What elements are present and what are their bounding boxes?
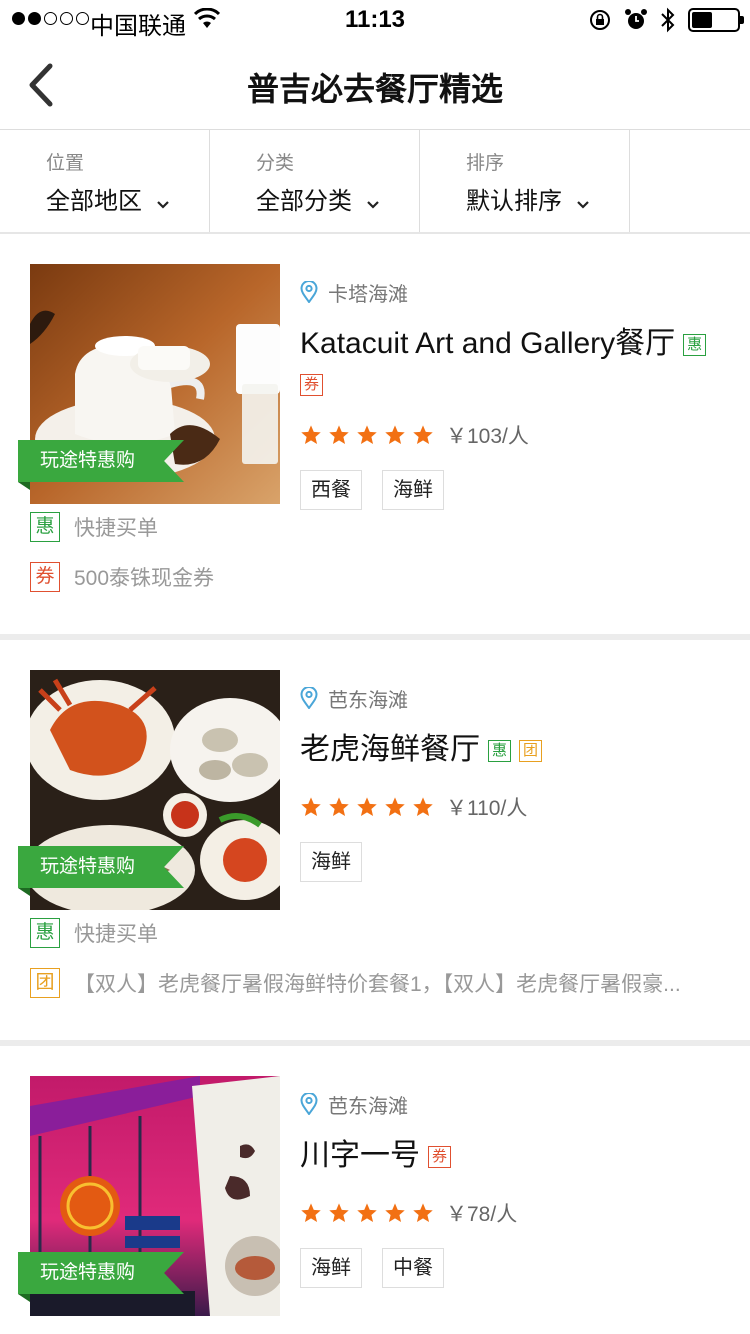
star-icon <box>357 425 377 444</box>
voucher-tag: 券 <box>300 374 324 397</box>
location: 芭东海滩 <box>300 1084 740 1124</box>
promo-ribbon: 玩途特惠购 <box>18 440 184 482</box>
price-per-person: ￥103/人 <box>446 425 529 448</box>
category-tag: 海鲜 <box>300 842 362 882</box>
voucher-badge: 券 <box>30 562 60 592</box>
filter-label: 位置 <box>46 153 85 174</box>
location-name: 卡塔海滩 <box>328 283 408 306</box>
promo-ribbon: 玩途特惠购 <box>18 1252 184 1294</box>
chevron-down-icon <box>157 200 170 209</box>
chevron-down-icon <box>367 200 380 209</box>
benefit-text: 快捷买单 <box>74 923 158 946</box>
restaurant-info: 卡塔海滩 Katacuit Art and Gallery餐厅惠券 ￥103/人… <box>300 244 740 510</box>
star-icon <box>385 1203 405 1222</box>
rating: ￥110/人 <box>300 792 740 822</box>
restaurant-name: 川字一号券 <box>300 1136 740 1176</box>
restaurant-title: Katacuit Art and Gallery餐厅 <box>300 327 676 360</box>
promo-ribbon-fold <box>18 482 30 490</box>
star-icon <box>413 425 433 444</box>
benefit-item[interactable]: 惠 快捷买单 <box>30 502 720 552</box>
promo-ribbon-fold <box>18 1294 30 1302</box>
location-pin-icon <box>300 1093 318 1115</box>
location-name: 芭东海滩 <box>328 689 408 712</box>
filter-label: 排序 <box>466 153 505 174</box>
benefit-item[interactable]: 券 500泰铢现金券 <box>30 552 720 602</box>
restaurant-photo: 玩途特惠购 <box>18 670 280 910</box>
filter-value: 全部分类 <box>256 188 352 215</box>
location-pin-icon <box>300 281 318 303</box>
restaurant-name: Katacuit Art and Gallery餐厅惠券 <box>300 324 740 404</box>
category-tags: 海鲜 <box>300 842 740 882</box>
location: 芭东海滩 <box>300 678 740 718</box>
restaurant-photo: 玩途特惠购 <box>18 1076 280 1316</box>
star-icon <box>357 797 377 816</box>
category-tag: 海鲜 <box>300 1248 362 1288</box>
benefit-text: 【双人】老虎餐厅暑假海鲜特价套餐1，【双人】老虎餐厅暑假豪... <box>74 973 681 996</box>
star-icon <box>301 797 321 816</box>
restaurant-card[interactable]: 玩途特惠购 芭东海滩 老虎海鲜餐厅惠团 ￥110/人 海鲜 惠 快捷买单 团 【… <box>0 640 750 1040</box>
benefit-item[interactable]: 团 【双人】老虎餐厅暑假海鲜特价套餐1，【双人】老虎餐厅暑假豪... <box>30 958 720 1008</box>
restaurant-info: 芭东海滩 老虎海鲜餐厅惠团 ￥110/人 海鲜 <box>300 650 740 882</box>
price-per-person: ￥110/人 <box>446 797 528 820</box>
benefit-list: 惠 快捷买单 团 【双人】老虎餐厅暑假海鲜特价套餐1，【双人】老虎餐厅暑假豪..… <box>30 908 720 1008</box>
star-rating <box>300 424 434 446</box>
bluetooth-icon <box>661 7 675 33</box>
rating: ￥78/人 <box>300 1198 740 1228</box>
star-icon <box>385 797 405 816</box>
restaurant-name: 老虎海鲜餐厅惠团 <box>300 730 740 770</box>
restaurant-title: 老虎海鲜餐厅 <box>300 733 480 766</box>
filter-location[interactable]: 位置 全部地区 <box>0 130 210 232</box>
star-icon <box>329 1203 349 1222</box>
star-icon <box>413 797 433 816</box>
filter-value: 默认排序 <box>466 188 562 215</box>
star-icon <box>357 1203 377 1222</box>
discount-badge: 惠 <box>30 918 60 948</box>
price-per-person: ￥78/人 <box>446 1203 518 1226</box>
filter-label: 分类 <box>256 153 295 174</box>
star-icon <box>413 1203 433 1222</box>
battery-icon <box>688 8 744 32</box>
star-icon <box>385 425 405 444</box>
star-icon <box>329 425 349 444</box>
benefit-text: 快捷买单 <box>74 517 158 540</box>
star-icon <box>301 1203 321 1222</box>
promo-ribbon: 玩途特惠购 <box>18 846 184 888</box>
location: 卡塔海滩 <box>300 272 740 312</box>
alarm-icon <box>625 9 647 29</box>
status-bar: 中国联通 11:13 <box>0 0 750 40</box>
benefit-list: 惠 快捷买单 券 500泰铢现金券 <box>30 502 720 602</box>
chevron-down-icon <box>577 200 590 209</box>
rating: ￥103/人 <box>300 420 740 450</box>
location-pin-icon <box>300 687 318 709</box>
restaurant-title: 川字一号 <box>300 1139 420 1172</box>
category-tag: 中餐 <box>382 1248 444 1288</box>
benefit-text: 500泰铢现金券 <box>74 567 215 590</box>
voucher-tag: 券 <box>428 1146 452 1169</box>
page-title: 普吉必去餐厅精选 <box>246 71 503 107</box>
star-icon <box>329 797 349 816</box>
restaurant-info: 芭东海滩 川字一号券 ￥78/人 海鲜 中餐 <box>300 1056 740 1288</box>
restaurant-photo: 玩途特惠购 <box>18 264 280 504</box>
location-name: 芭东海滩 <box>328 1095 408 1118</box>
restaurant-card[interactable]: 玩途特惠购 卡塔海滩 Katacuit Art and Gallery餐厅惠券 … <box>0 234 750 634</box>
discount-tag: 惠 <box>683 334 707 357</box>
group-deal-tag: 团 <box>519 740 543 763</box>
star-rating <box>300 796 434 818</box>
restaurant-card[interactable]: 玩途特惠购 芭东海滩 川字一号券 ￥78/人 海鲜 中餐 <box>0 1046 750 1334</box>
filter-value: 全部地区 <box>46 188 142 215</box>
discount-tag: 惠 <box>488 740 512 763</box>
category-tags: 海鲜 中餐 <box>300 1248 740 1288</box>
nav-bar: 普吉必去餐厅精选 <box>0 40 750 130</box>
filter-category[interactable]: 分类 全部分类 <box>210 130 420 232</box>
discount-badge: 惠 <box>30 512 60 542</box>
star-rating <box>300 1202 434 1224</box>
promo-ribbon-fold <box>18 888 30 896</box>
group-deal-badge: 团 <box>30 968 60 998</box>
filter-sort[interactable]: 排序 默认排序 <box>420 130 630 232</box>
star-icon <box>301 425 321 444</box>
benefit-item[interactable]: 惠 快捷买单 <box>30 908 720 958</box>
filter-bar: 位置 全部地区 分类 全部分类 排序 默认排序 <box>0 130 750 234</box>
rotation-lock-icon <box>590 10 610 30</box>
